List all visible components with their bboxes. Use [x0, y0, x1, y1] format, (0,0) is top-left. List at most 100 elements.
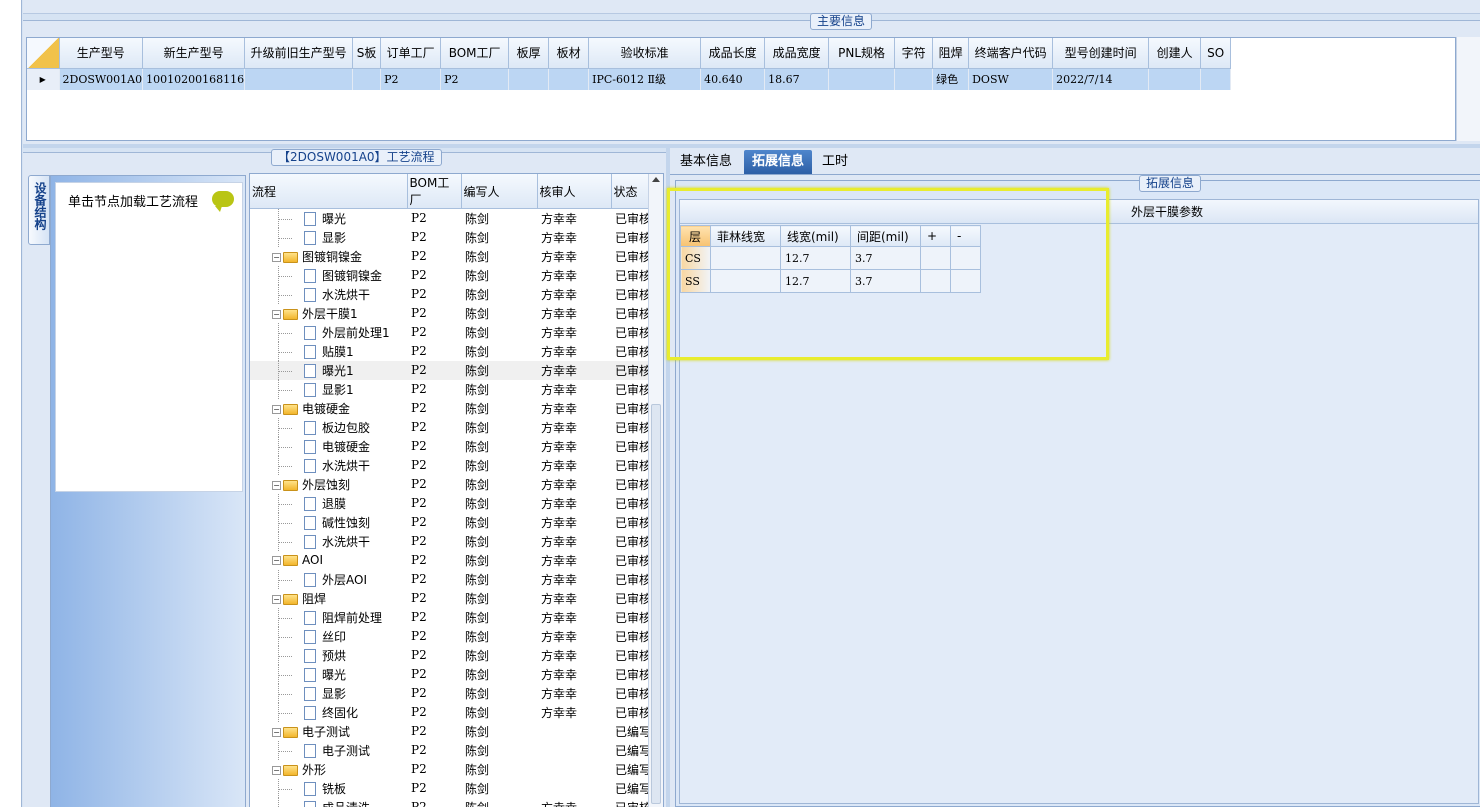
grid-header-cell[interactable]: 成品宽度 — [764, 38, 830, 69]
grid-corner[interactable] — [27, 38, 60, 69]
grid-header-cell[interactable]: 创建人 — [1148, 38, 1202, 69]
ext-cell[interactable] — [950, 269, 981, 293]
grid-cell[interactable] — [894, 68, 934, 90]
tree-header-cell[interactable]: 流程 — [250, 174, 408, 209]
add-column-button[interactable]: + — [920, 225, 951, 247]
tree-row[interactable]: 铣板 P2 陈剑 已编写 — [250, 778, 660, 798]
collapse-icon[interactable]: − — [272, 404, 281, 414]
tree-row[interactable]: 图镀铜镍金 P2 陈剑 方幸幸 已审核 — [250, 265, 660, 285]
tree-row[interactable]: − 阻焊 P2 陈剑 方幸幸 已审核 — [250, 589, 660, 608]
grid-header-cell[interactable]: PNL规格 — [828, 38, 896, 69]
tree-node[interactable]: 阻焊前处理 — [250, 607, 407, 627]
collapse-icon[interactable]: − — [272, 556, 281, 565]
tree-row[interactable]: 丝印 P2 陈剑 方幸幸 已审核 — [250, 626, 660, 646]
grid-header-cell[interactable]: S板 — [352, 38, 382, 69]
scroll-thumb[interactable] — [651, 404, 661, 804]
tree-row[interactable]: 电镀硬金 P2 陈剑 方幸幸 已审核 — [250, 436, 660, 456]
tree-node[interactable]: 预烘 — [250, 645, 407, 665]
tree-row[interactable]: − 电镀硬金 P2 陈剑 方幸幸 已审核 — [250, 399, 660, 418]
grid-header-cell[interactable]: 验收标准 — [588, 38, 702, 69]
tree-node[interactable]: − 电镀硬金 — [250, 399, 407, 418]
grid-header-cell[interactable]: 新生产型号 — [142, 38, 246, 69]
ext-cell[interactable] — [950, 246, 981, 270]
grid-cell[interactable] — [1200, 68, 1232, 90]
grid-cell[interactable]: IPC-6012 Ⅱ级 — [588, 68, 702, 90]
grid-header-cell[interactable]: 板厚 — [508, 38, 550, 69]
grid-cell[interactable]: DOSW — [968, 68, 1054, 90]
tree-node[interactable]: 贴膜1 — [250, 341, 407, 361]
tree-row[interactable]: 曝光 P2 陈剑 方幸幸 已审核 — [250, 664, 660, 684]
tree-header-cell[interactable]: 编写人 — [461, 174, 538, 209]
tree-node[interactable]: 铣板 — [250, 778, 407, 798]
ext-cell[interactable]: 12.7 — [780, 269, 851, 293]
ext-cell[interactable]: SS — [680, 269, 711, 293]
grid-header-cell[interactable]: 阻焊 — [932, 38, 970, 69]
tree-node[interactable]: 显影1 — [250, 379, 407, 399]
ext-header-cell[interactable]: 间距(mil) — [850, 225, 921, 247]
tree-node[interactable]: − 阻焊 — [250, 589, 407, 608]
tree-row[interactable]: 水洗烘干 P2 陈剑 方幸幸 已审核 — [250, 455, 660, 475]
tree-row[interactable]: 水洗烘干 P2 陈剑 方幸幸 已审核 — [250, 284, 660, 304]
collapse-icon[interactable]: − — [272, 765, 281, 775]
tree-node[interactable]: 电子测试 — [250, 740, 407, 760]
ext-row[interactable]: SS 12.7 3.7 — [680, 269, 981, 293]
tree-node[interactable]: 板边包胶 — [250, 417, 407, 437]
tree-node[interactable]: − AOI — [250, 551, 407, 570]
ext-cell[interactable] — [710, 269, 781, 293]
tree-row[interactable]: 曝光 P2 陈剑 方幸幸 已审核 — [250, 209, 660, 228]
tree-row[interactable]: 贴膜1 P2 陈剑 方幸幸 已审核 — [250, 341, 660, 361]
grid-header-cell[interactable]: SO — [1200, 38, 1232, 69]
tree-node[interactable]: 退膜 — [250, 493, 407, 513]
tree-node[interactable]: − 图镀铜镍金 — [250, 247, 407, 266]
tree-node[interactable]: 显影 — [250, 683, 407, 703]
tree-row[interactable]: − AOI P2 陈剑 方幸幸 已审核 — [250, 551, 660, 570]
tree-row[interactable]: 预烘 P2 陈剑 方幸幸 已审核 — [250, 645, 660, 665]
tree-row[interactable]: − 外形 P2 陈剑 已编写 — [250, 760, 660, 779]
tree-row[interactable]: 板边包胶 P2 陈剑 方幸幸 已审核 — [250, 417, 660, 437]
grid-cell[interactable] — [1148, 68, 1202, 90]
grid-cell[interactable] — [548, 68, 590, 90]
tree-node[interactable]: − 外层干膜1 — [250, 304, 407, 323]
grid-header-cell[interactable]: 终端客户代码 — [968, 38, 1054, 69]
tree-row[interactable]: − 电子测试 P2 陈剑 已编写 — [250, 722, 660, 741]
tree-node[interactable]: 显影 — [250, 227, 407, 247]
main-grid-scrollbar[interactable] — [1456, 37, 1480, 141]
scroll-up-icon[interactable] — [652, 177, 660, 182]
tree-node[interactable]: 成品清洗 — [250, 797, 407, 807]
collapse-icon[interactable]: − — [272, 309, 281, 319]
collapse-icon[interactable]: − — [272, 480, 281, 490]
tab-0[interactable]: 基本信息 — [672, 150, 740, 174]
tree-node[interactable]: 水洗烘干 — [250, 455, 407, 475]
collapse-icon[interactable]: − — [272, 727, 281, 737]
grid-header-cell[interactable]: 订单工厂 — [380, 38, 442, 69]
grid-cell[interactable]: 2022/7/14 — [1052, 68, 1150, 90]
tree-node[interactable]: 水洗烘干 — [250, 284, 407, 304]
tree-node[interactable]: 曝光1 — [250, 360, 407, 380]
grid-cell[interactable] — [828, 68, 896, 90]
tree-row[interactable]: 终固化 P2 陈剑 方幸幸 已审核 — [250, 702, 660, 722]
grid-header-cell[interactable]: 升级前旧生产型号 — [244, 38, 354, 69]
ext-cell[interactable]: 3.7 — [850, 246, 921, 270]
grid-header-cell[interactable]: 字符 — [894, 38, 934, 69]
tree-node[interactable]: − 电子测试 — [250, 722, 407, 741]
grid-header-cell[interactable]: 成品长度 — [700, 38, 766, 69]
tree-node[interactable]: 电镀硬金 — [250, 436, 407, 456]
tree-row[interactable]: 外层AOI P2 陈剑 方幸幸 已审核 — [250, 569, 660, 589]
grid-cell[interactable]: 绿色 — [932, 68, 970, 90]
tree-row[interactable]: − 外层干膜1 P2 陈剑 方幸幸 已审核 — [250, 304, 660, 323]
tree-node[interactable]: − 外层蚀刻 — [250, 475, 407, 494]
grid-header-cell[interactable]: 板材 — [548, 38, 590, 69]
ext-cell[interactable]: CS — [680, 246, 711, 270]
tab-2[interactable]: 工时 — [814, 150, 856, 174]
tree-row[interactable]: 电子测试 P2 陈剑 已编写 — [250, 740, 660, 760]
grid-cell[interactable]: P2 — [440, 68, 510, 90]
grid-cell[interactable] — [352, 68, 382, 90]
collapse-icon[interactable]: − — [272, 594, 281, 604]
tree-row[interactable]: 曝光1 P2 陈剑 方幸幸 已审核 — [250, 360, 660, 380]
ext-header-cell[interactable]: 层 — [680, 225, 711, 247]
grid-cell[interactable] — [244, 68, 354, 90]
tree-node[interactable]: 外层前处理1 — [250, 322, 407, 342]
tree-node[interactable]: − 外形 — [250, 760, 407, 779]
collapse-icon[interactable]: − — [272, 252, 281, 262]
tree-row[interactable]: 显影 P2 陈剑 方幸幸 已审核 — [250, 683, 660, 703]
